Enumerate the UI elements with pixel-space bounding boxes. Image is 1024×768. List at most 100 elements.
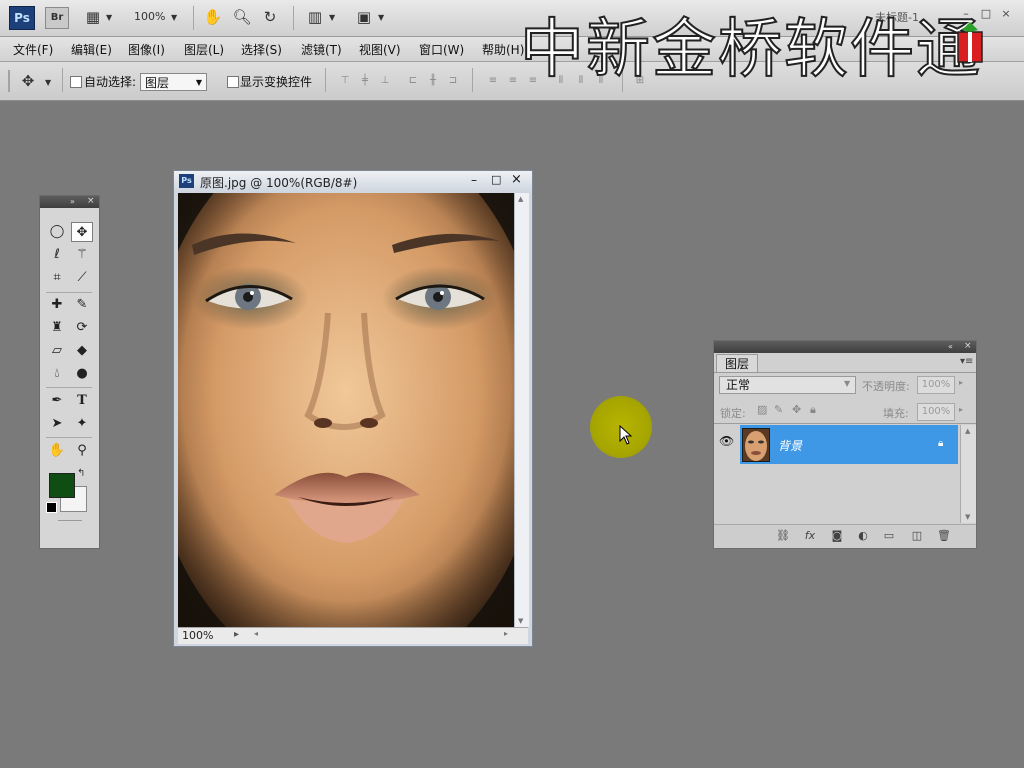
screen-mode-toggle-icon[interactable]: ▣ [354, 7, 374, 27]
shape-tool-icon[interactable]: ✦ [71, 414, 93, 434]
tab-layers[interactable]: 图层 [716, 354, 758, 373]
collapse-icon[interactable]: » [70, 196, 75, 207]
scroll-down-icon[interactable]: ▼ [965, 513, 970, 521]
scroll-down-icon[interactable]: ▼ [518, 617, 523, 625]
brush-tool-icon[interactable]: ✎ [71, 295, 93, 315]
auto-select-checkbox[interactable] [70, 76, 82, 88]
panel-menu-icon[interactable]: ▾≡ [960, 356, 973, 367]
menu-window[interactable]: 窗口(W) [419, 41, 464, 58]
align-bottom-icon[interactable]: ⊥ [377, 74, 393, 88]
zoom-icon[interactable]: 🔍︎ [232, 7, 252, 27]
menu-filter[interactable]: 滤镜(T) [301, 41, 342, 58]
close-icon[interactable]: × [87, 196, 95, 207]
fill-field[interactable]: 100% [917, 403, 955, 421]
delete-layer-icon[interactable]: 🗑︎ [936, 529, 952, 543]
distribute-top-icon[interactable]: ≡ [485, 74, 501, 88]
close-icon[interactable]: × [998, 7, 1014, 21]
type-tool-icon[interactable]: T [71, 391, 93, 411]
visibility-eye-icon[interactable]: 👁︎ [719, 434, 734, 448]
screen-mode-icon[interactable]: ▦ [83, 7, 103, 27]
foreground-color-swatch[interactable] [49, 473, 75, 498]
minimize-icon[interactable]: – [471, 173, 477, 187]
chevron-down-icon[interactable]: ▼ [171, 13, 177, 22]
add-mask-icon[interactable]: ◙ [829, 529, 845, 543]
hand-icon[interactable]: ✋ [203, 7, 223, 27]
lasso-tool-icon[interactable]: ℓ [46, 245, 68, 265]
lock-transparent-icon[interactable]: ▨ [757, 403, 767, 416]
hand-tool-icon[interactable]: ✋ [46, 441, 68, 461]
menu-select[interactable]: 选择(S) [241, 41, 282, 58]
close-icon[interactable]: × [964, 341, 972, 352]
menu-edit[interactable]: 编辑(E) [71, 41, 112, 58]
tools-panel-header[interactable]: » × [40, 196, 99, 208]
opacity-slider-icon[interactable]: ▸ [959, 378, 963, 387]
link-layers-icon[interactable]: ⛓ [775, 529, 791, 543]
adjustment-layer-icon[interactable]: ◐ [855, 529, 871, 543]
lock-position-icon[interactable]: ✥ [792, 403, 801, 416]
chevron-down-icon[interactable]: ▼ [329, 13, 335, 22]
scroll-left-icon[interactable]: ◂ [254, 629, 258, 638]
fill-slider-icon[interactable]: ▸ [959, 405, 963, 414]
new-layer-icon[interactable]: ◫ [909, 529, 925, 543]
chevron-down-icon[interactable]: ▼ [45, 78, 51, 87]
layer-style-icon[interactable]: fx [802, 529, 818, 543]
maximize-icon[interactable]: □ [491, 173, 501, 186]
scroll-right-icon[interactable]: ▸ [504, 629, 508, 638]
dodge-tool-icon[interactable]: ● [71, 364, 93, 384]
eyedropper-tool-icon[interactable]: ⟋ [71, 268, 93, 288]
opacity-field[interactable]: 100% [917, 376, 955, 394]
magic-wand-tool-icon[interactable]: ⚚ [71, 245, 93, 265]
swap-colors-icon[interactable]: ↰ [77, 468, 85, 479]
rotate-view-icon[interactable]: ↻ [260, 7, 280, 27]
path-selection-tool-icon[interactable]: ➤ [46, 414, 68, 434]
default-colors-icon[interactable] [46, 502, 57, 513]
blur-tool-icon[interactable]: 💧︎ [46, 364, 68, 384]
chevron-down-icon[interactable]: ▼ [106, 13, 112, 22]
status-zoom-level[interactable]: 100% [182, 629, 213, 642]
move-tool-icon[interactable]: ✥ [71, 222, 93, 242]
quick-mask-icon[interactable] [58, 520, 82, 521]
scroll-up-icon[interactable]: ▲ [965, 427, 970, 435]
layers-panel-header[interactable]: « × [714, 341, 976, 353]
layer-row-background[interactable]: 背景 🔒︎ [740, 425, 958, 464]
crop-tool-icon[interactable]: ⌗ [46, 268, 68, 288]
history-brush-tool-icon[interactable]: ⟳ [71, 318, 93, 338]
menu-view[interactable]: 视图(V) [359, 41, 401, 58]
align-vcenter-icon[interactable]: ╪ [357, 74, 373, 88]
pen-tool-icon[interactable]: ✒ [46, 391, 68, 411]
healing-brush-tool-icon[interactable]: ✚ [46, 295, 68, 315]
marquee-tool-icon[interactable]: ◯ [46, 222, 68, 242]
layers-scrollbar[interactable]: ▲ ▼ [960, 425, 976, 523]
collapse-icon[interactable]: « [948, 341, 953, 352]
blend-mode-dropdown[interactable]: 正常 [719, 376, 856, 394]
close-icon[interactable]: × [511, 172, 522, 187]
align-right-icon[interactable]: ⊐ [445, 74, 461, 88]
vertical-scrollbar[interactable]: ▲ ▼ [514, 193, 529, 627]
image-canvas[interactable] [178, 193, 514, 627]
chevron-down-icon[interactable]: ▼ [378, 13, 384, 22]
lock-all-icon[interactable]: 🔒︎ [810, 403, 816, 417]
chevron-down-icon[interactable]: ▼ [844, 379, 850, 388]
menu-layer[interactable]: 图层(L) [184, 41, 224, 58]
menu-file[interactable]: 文件(F) [13, 41, 53, 58]
new-group-icon[interactable]: ▭ [881, 529, 897, 543]
bridge-button[interactable]: Br [45, 7, 69, 29]
zoom-level[interactable]: 100% [134, 10, 165, 23]
distribute-vcenter-icon[interactable]: ≡ [505, 74, 521, 88]
paint-bucket-tool-icon[interactable]: ◆ [71, 341, 93, 361]
document-titlebar[interactable]: Ps 原图.jpg @ 100%(RGB/8#) – □ × [174, 171, 532, 192]
move-tool-icon[interactable]: ✥ [18, 71, 38, 91]
clone-stamp-tool-icon[interactable]: ♜ [46, 318, 68, 338]
show-transform-checkbox[interactable] [227, 76, 239, 88]
menu-image[interactable]: 图像(I) [128, 41, 165, 58]
scroll-up-icon[interactable]: ▲ [518, 195, 523, 203]
align-left-icon[interactable]: ⊏ [405, 74, 421, 88]
zoom-tool-icon[interactable]: ⚲ [71, 441, 93, 461]
arrange-documents-icon[interactable]: ▥ [305, 7, 325, 27]
auto-select-dropdown[interactable]: 图层 ▼ [140, 73, 207, 91]
align-top-icon[interactable]: ⊤ [337, 74, 353, 88]
menu-help[interactable]: 帮助(H) [482, 41, 524, 58]
lock-image-icon[interactable]: ✎ [774, 403, 783, 416]
status-menu-icon[interactable]: ▸ [234, 629, 239, 640]
align-hcenter-icon[interactable]: ╫ [425, 74, 441, 88]
